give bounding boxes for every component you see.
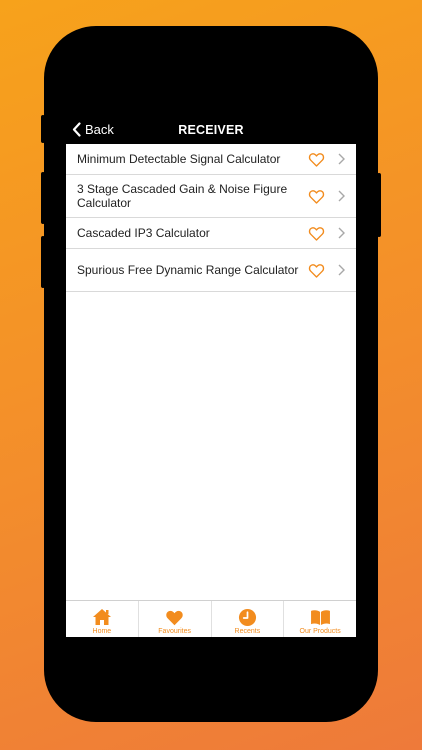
list-item[interactable]: Minimum Detectable Signal Calculator [66,144,356,175]
chevron-right-icon [338,190,346,202]
chevron-right-icon [338,264,346,276]
list-item-label: 3 Stage Cascaded Gain & Noise Figure Cal… [77,182,288,210]
home-icon [92,607,112,627]
tab-our-products[interactable]: Our Products [284,601,356,637]
heart-outline-icon[interactable] [308,188,326,204]
back-button[interactable]: Back [72,115,114,144]
tab-recents[interactable]: Recents [212,601,285,637]
tab-home[interactable]: Home [66,601,139,637]
chevron-right-icon [338,227,346,239]
book-icon [310,607,331,627]
tab-recents-label: Recents [234,628,261,635]
calculator-list: Minimum Detectable Signal Calculator 3 S… [66,144,356,292]
tab-bar: Home Favourites Recents Our Products [66,600,356,637]
clock-icon [238,607,257,627]
heart-icon [165,607,184,627]
tab-our-products-label: Our Products [299,628,341,635]
page-title: RECEIVER [178,122,244,137]
tab-favourites[interactable]: Favourites [139,601,212,637]
list-item-label: Minimum Detectable Signal Calculator [77,152,281,166]
list-item[interactable]: 3 Stage Cascaded Gain & Noise Figure Cal… [66,175,356,218]
heart-outline-icon[interactable] [308,262,326,278]
list-item-label: Spurious Free Dynamic Range Calculator [77,263,299,277]
list-item-label: Cascaded IP3 Calculator [77,226,210,240]
list-item[interactable]: Spurious Free Dynamic Range Calculator [66,249,356,292]
navigation-bar: Back RECEIVER [66,115,356,144]
heart-outline-icon[interactable] [308,151,326,167]
chevron-right-icon [338,153,346,165]
heart-outline-icon[interactable] [308,225,326,241]
chevron-left-icon [72,122,81,137]
app-screen: Back RECEIVER Minimum Detectable Signal … [66,115,356,637]
list-item[interactable]: Cascaded IP3 Calculator [66,218,356,249]
tab-favourites-label: Favourites [158,628,191,635]
tab-home-label: Home [92,628,112,635]
back-label: Back [85,122,114,137]
